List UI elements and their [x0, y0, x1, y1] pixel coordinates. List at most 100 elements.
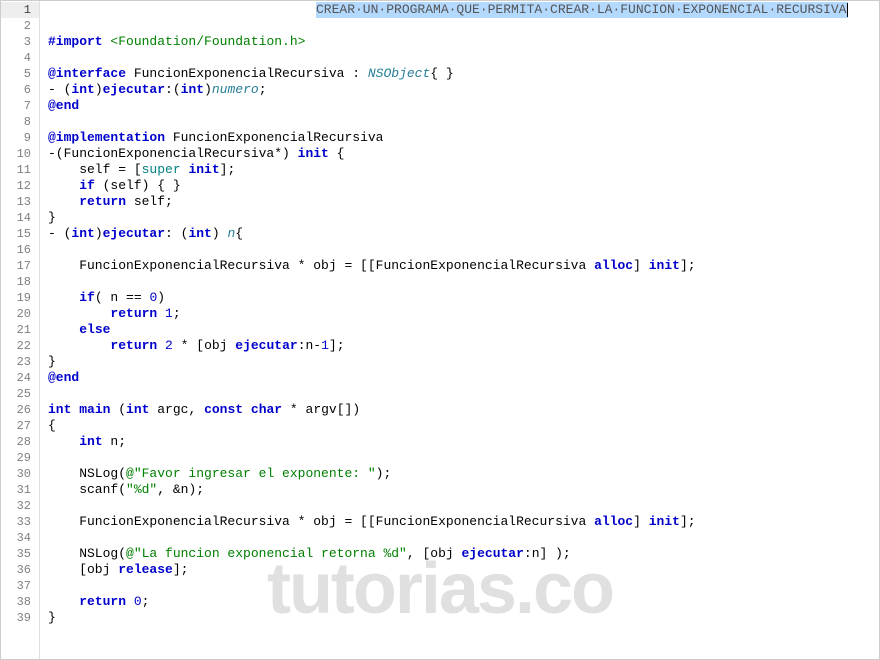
code-line[interactable]: { — [48, 418, 880, 434]
token-pln: , &n); — [157, 482, 204, 497]
token-pln: ) — [95, 226, 103, 241]
code-line[interactable]: NSLog(@"La funcion exponencial retorna %… — [48, 546, 880, 562]
code-line[interactable]: return 0; — [48, 594, 880, 610]
code-line[interactable]: if (self) { } — [48, 178, 880, 194]
token-pln: :n] ); — [524, 546, 571, 561]
token-pln: argc, — [149, 402, 204, 417]
code-line[interactable]: } — [48, 210, 880, 226]
token-pln: ; — [173, 306, 181, 321]
code-line[interactable] — [48, 18, 880, 34]
token-num: 1 — [321, 338, 329, 353]
token-kw: int — [71, 226, 94, 241]
token-pln: ; — [259, 82, 267, 97]
code-line[interactable]: else — [48, 322, 880, 338]
code-line[interactable] — [48, 578, 880, 594]
token-pln — [48, 434, 79, 449]
token-kw: int — [79, 434, 102, 449]
token-kw: int — [126, 402, 149, 417]
line-number: 38 — [0, 594, 39, 610]
code-line[interactable]: NSLog(@"Favor ingresar el exponente: "); — [48, 466, 880, 482]
code-line[interactable]: -(FuncionExponencialRecursiva*) init { — [48, 146, 880, 162]
code-line[interactable]: - (int)ejecutar:(int)numero; — [48, 82, 880, 98]
token-pln — [48, 178, 79, 193]
token-msg: ejecutar — [103, 82, 165, 97]
line-number: 13 — [0, 194, 39, 210]
token-sup: super — [142, 162, 181, 177]
code-line[interactable]: if( n == 0) — [48, 290, 880, 306]
token-pln: * [obj — [173, 338, 235, 353]
code-line[interactable]: int main (int argc, const char * argv[]) — [48, 402, 880, 418]
line-number: 18 — [0, 274, 39, 290]
code-editor[interactable]: 1234567891011121314151617181920212223242… — [0, 0, 880, 660]
token-str: "%d" — [126, 482, 157, 497]
code-line[interactable]: return self; — [48, 194, 880, 210]
line-number: 31 — [0, 482, 39, 498]
token-msg: init — [649, 514, 680, 529]
code-line[interactable]: } — [48, 354, 880, 370]
token-pln: ) — [157, 290, 165, 305]
line-number: 1 — [0, 2, 39, 18]
line-number: 12 — [0, 178, 39, 194]
token-pln: ) — [212, 226, 228, 241]
token-pln: ; — [142, 594, 150, 609]
line-number: 7 — [0, 98, 39, 114]
code-line[interactable]: } — [48, 610, 880, 626]
token-pln: ] — [633, 258, 649, 273]
line-number: 19 — [0, 290, 39, 306]
line-number: 36 — [0, 562, 39, 578]
code-line[interactable]: FuncionExponencialRecursiva * obj = [[Fu… — [48, 514, 880, 530]
code-line[interactable] — [48, 242, 880, 258]
code-line[interactable] — [48, 498, 880, 514]
token-pln: FuncionExponencialRecursiva : — [126, 66, 368, 81]
token-pln — [126, 594, 134, 609]
code-line[interactable]: @end — [48, 370, 880, 386]
token-kw: return — [110, 338, 157, 353]
line-number: 2 — [0, 18, 39, 34]
code-line[interactable] — [48, 450, 880, 466]
token-pln: } — [48, 210, 56, 225]
code-line[interactable]: CREAR·UN·PROGRAMA·QUE·PERMITA·CREAR·LA·F… — [48, 2, 880, 18]
line-number: 10 — [0, 146, 39, 162]
token-pln: ]; — [220, 162, 236, 177]
code-area[interactable]: CREAR·UN·PROGRAMA·QUE·PERMITA·CREAR·LA·F… — [40, 0, 880, 660]
code-line[interactable]: return 1; — [48, 306, 880, 322]
code-line[interactable]: @interface FuncionExponencialRecursiva :… — [48, 66, 880, 82]
token-msg: ejecutar — [461, 546, 523, 561]
line-number: 3 — [0, 34, 39, 50]
line-number: 35 — [0, 546, 39, 562]
token-pln: ]; — [680, 258, 696, 273]
token-type: NSObject — [368, 66, 430, 81]
token-pln: :( — [165, 82, 181, 97]
code-line[interactable]: #import <Foundation/Foundation.h> — [48, 34, 880, 50]
line-number: 8 — [0, 114, 39, 130]
code-line[interactable]: int n; — [48, 434, 880, 450]
code-line[interactable]: scanf("%d", &n); — [48, 482, 880, 498]
code-line[interactable]: @implementation FuncionExponencialRecurs… — [48, 130, 880, 146]
token-pln — [157, 338, 165, 353]
token-str: @"Favor ingresar el exponente: " — [126, 466, 376, 481]
code-line[interactable]: FuncionExponencialRecursiva * obj = [[Fu… — [48, 258, 880, 274]
code-line[interactable]: self = [super init]; — [48, 162, 880, 178]
line-number: 27 — [0, 418, 39, 434]
token-pln — [48, 594, 79, 609]
line-number: 22 — [0, 338, 39, 354]
token-pln: ); — [376, 466, 392, 481]
code-line[interactable]: - (int)ejecutar: (int) n{ — [48, 226, 880, 242]
code-line[interactable]: @end — [48, 98, 880, 114]
code-line[interactable] — [48, 530, 880, 546]
token-pln: NSLog( — [48, 466, 126, 481]
code-line[interactable] — [48, 114, 880, 130]
code-line[interactable] — [48, 386, 880, 402]
token-pln: :n- — [298, 338, 321, 353]
token-kw: int — [181, 82, 204, 97]
token-dir: #import — [48, 34, 110, 49]
token-kw: const — [204, 402, 243, 417]
code-line[interactable]: return 2 * [obj ejecutar:n-1]; — [48, 338, 880, 354]
line-number: 9 — [0, 130, 39, 146]
code-line[interactable] — [48, 274, 880, 290]
code-line[interactable]: [obj release]; — [48, 562, 880, 578]
code-line[interactable] — [48, 50, 880, 66]
token-num: 0 — [134, 594, 142, 609]
line-number: 20 — [0, 306, 39, 322]
token-pln: ]; — [173, 562, 189, 577]
